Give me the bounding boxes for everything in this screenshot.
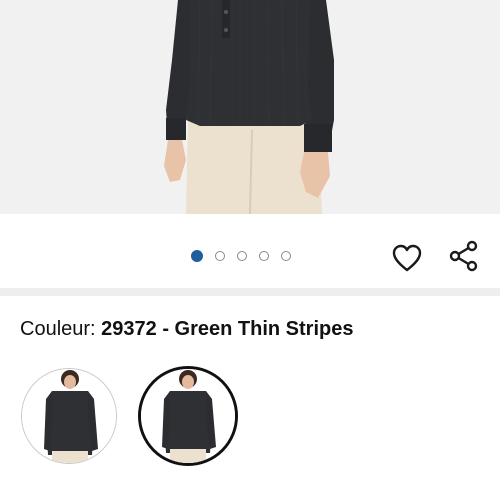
swatch-thumbnail: [141, 369, 235, 463]
product-image[interactable]: [0, 0, 500, 214]
blouse-photo: [164, 0, 334, 214]
color-label: Couleur:: [20, 318, 102, 340]
share-button[interactable]: [448, 240, 480, 272]
image-pager[interactable]: [191, 249, 291, 263]
favorite-button[interactable]: [391, 242, 423, 274]
pager-dot-2[interactable]: [215, 251, 225, 261]
pager-dot-5[interactable]: [281, 251, 291, 261]
section-divider: [0, 288, 500, 296]
color-heading: Couleur: 29372 - Green Thin Stripes: [20, 318, 353, 341]
color-swatch-2[interactable]: [138, 366, 238, 466]
swatch-thumbnail: [22, 369, 116, 463]
color-value: 29372 - Green Thin Stripes: [101, 318, 354, 340]
share-icon: [449, 240, 478, 272]
pager-dot-4[interactable]: [259, 251, 269, 261]
color-swatch-1[interactable]: [21, 368, 117, 464]
pager-dot-3[interactable]: [237, 251, 247, 261]
heart-icon: [392, 244, 422, 272]
pager-dot-1[interactable]: [191, 250, 203, 262]
